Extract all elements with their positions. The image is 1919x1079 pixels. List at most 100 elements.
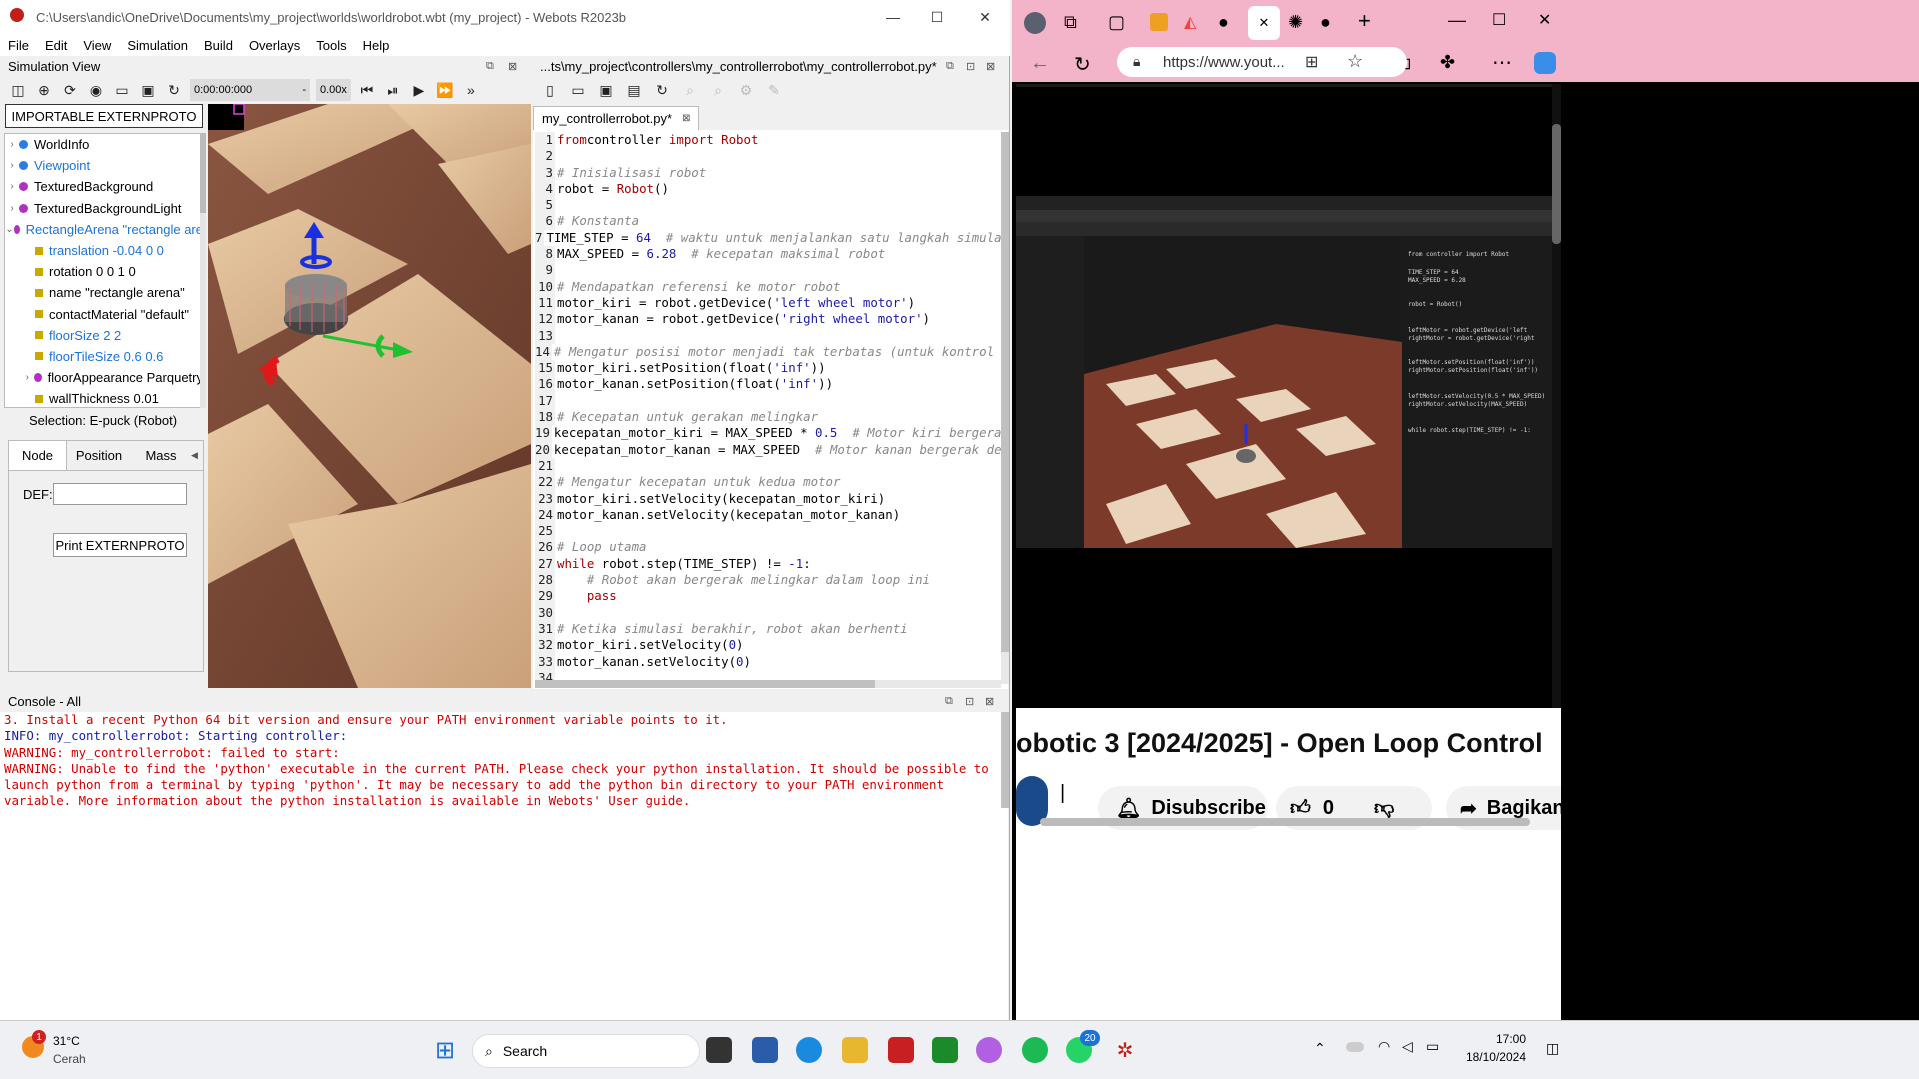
wifi-icon[interactable]: ◠ (1378, 1038, 1390, 1055)
tree-item[interactable]: name "rectangle arena" (5, 282, 203, 303)
code-vscrollbar[interactable] (1001, 132, 1009, 684)
menu-tools[interactable]: Tools (308, 38, 354, 53)
def-input[interactable] (53, 483, 187, 505)
copilot-icon[interactable] (1534, 52, 1556, 74)
clock-date[interactable]: 18/10/2024 (1458, 1050, 1526, 1064)
refresh-icon[interactable]: ↻ (1074, 52, 1091, 77)
save-file-icon[interactable]: ▣ (596, 80, 616, 100)
3d-scene-view[interactable] (208, 104, 531, 688)
tree-item[interactable]: floorTileSize 0.6 0.6 (5, 346, 203, 367)
console-max-icon[interactable]: ⊡ (965, 695, 974, 708)
console-close-icon[interactable]: ⊠ (985, 695, 994, 708)
tree-scrollbar[interactable] (200, 133, 206, 408)
menu-simulation[interactable]: Simulation (119, 38, 196, 53)
url-field[interactable]: 🔒︎ https://www.yout... ⊞ ☆ (1117, 47, 1407, 77)
tab-mass[interactable]: Mass (131, 441, 191, 470)
webots-taskbar-icon[interactable]: ✲ (1112, 1037, 1138, 1063)
tree-item[interactable]: › TexturedBackgroundLight (5, 198, 203, 219)
importable-externproto-button[interactable]: IMPORTABLE EXTERNPROTO (5, 104, 203, 128)
maximize-button[interactable]: ☐ (914, 0, 960, 34)
taskbar-search[interactable]: ⌕ Search (472, 1034, 700, 1068)
dislike-icon[interactable]: 👎︎ (1374, 796, 1394, 820)
tree-item[interactable]: wallThickness 0.01 (5, 388, 203, 407)
file-explorer-icon[interactable] (842, 1037, 868, 1063)
notifications-icon[interactable]: ◫ (1546, 1040, 1559, 1057)
browser-maximize-button[interactable]: ☐ (1492, 10, 1506, 30)
app-available-icon[interactable]: ⊞ (1305, 52, 1318, 72)
tree-item[interactable]: rotation 0 0 1 0 (5, 261, 203, 282)
menu-build[interactable]: Build (196, 38, 241, 53)
tree-item[interactable]: floorSize 2 2 (5, 325, 203, 346)
editor-max-icon[interactable]: ⊡ (966, 60, 975, 73)
close-button[interactable]: ✕ (962, 0, 1008, 34)
code-area[interactable]: 1 from controller import Robot 2 3 # Inisiali… (535, 132, 1001, 680)
step-icon[interactable]: ⏯ (383, 80, 403, 100)
workspaces-icon[interactable]: ⧉ (1064, 12, 1077, 33)
menu-icon[interactable]: ⋯ (1492, 50, 1512, 75)
tab-position[interactable]: Position (67, 441, 131, 470)
windows-start-icon[interactable]: ⊞ (432, 1037, 458, 1064)
chatgpt-tab-icon[interactable]: ✺ (1288, 12, 1303, 33)
tree-item[interactable]: contactMaterial "default" (5, 304, 203, 325)
github-tab-icon[interactable]: ● (1218, 12, 1229, 33)
save-icon[interactable]: ▣ (138, 80, 158, 100)
edge-icon[interactable] (796, 1037, 822, 1063)
page-vscrollbar[interactable] (1552, 84, 1561, 708)
expand-arrow-icon[interactable]: › (5, 160, 19, 171)
browser-close-button[interactable]: ✕ (1538, 10, 1551, 30)
browser-minimize-button[interactable]: — (1448, 10, 1466, 31)
menu-view[interactable]: View (75, 38, 119, 53)
tree-item[interactable]: ⌄ RectangleArena "rectangle are (5, 219, 203, 240)
editor-close-pane-icon[interactable]: ⊠ (986, 60, 995, 73)
back-icon[interactable]: ← (1030, 52, 1050, 75)
console-scrollbar[interactable] (1001, 712, 1009, 808)
open-world-icon[interactable]: ▭ (112, 80, 132, 100)
profile-avatar[interactable] (1024, 12, 1046, 34)
cloud-icon[interactable] (1346, 1042, 1364, 1052)
tree-item[interactable]: › TexturedBackground (5, 176, 203, 197)
tab-node[interactable]: Node (9, 441, 67, 470)
replace-icon[interactable]: ⌕ (708, 80, 728, 100)
clean-icon[interactable]: ✎ (764, 80, 784, 100)
tab-actions-icon[interactable]: ▢ (1108, 12, 1125, 33)
task-view-icon[interactable] (706, 1037, 732, 1063)
new-file-icon[interactable]: ▯ (540, 80, 560, 100)
spotify-icon[interactable] (1022, 1037, 1048, 1063)
menu-overlays[interactable]: Overlays (241, 38, 308, 53)
print-externproto-button[interactable]: Print EXTERNPROTO (53, 533, 187, 557)
reset-icon[interactable]: ↻ (164, 80, 184, 100)
video-player[interactable]: from controller import Robot TIME_STEP =… (1016, 84, 1561, 708)
find-icon[interactable]: ⌕ (680, 80, 700, 100)
code-hscrollbar[interactable] (535, 680, 1001, 688)
tree-item[interactable]: › Viewpoint (5, 155, 203, 176)
editor-float-icon[interactable]: ⧉ (946, 60, 954, 73)
expand-arrow-icon[interactable]: › (5, 203, 19, 214)
favorite-star-icon[interactable]: ☆ (1347, 51, 1363, 72)
console-float-icon[interactable]: ⧉ (945, 695, 953, 708)
close-pane-icon[interactable]: ⊠ (508, 60, 517, 73)
more-icon[interactable]: » (461, 80, 481, 100)
tree-item[interactable]: translation -0.04 0 0 (5, 240, 203, 261)
battery-icon[interactable]: ▭ (1426, 1038, 1439, 1055)
reload-icon[interactable]: ⟳ (60, 80, 80, 100)
copilot-app-icon[interactable] (976, 1037, 1002, 1063)
tab-favicon-2[interactable]: ◭ (1184, 12, 1196, 32)
active-tab-close-icon[interactable]: ✕ (1248, 6, 1280, 40)
expand-arrow-icon[interactable]: › (21, 372, 34, 383)
step-back-icon[interactable]: ⏮ (357, 80, 377, 100)
like-icon[interactable]: 👍︎ (1290, 796, 1311, 820)
tab-favicon-1[interactable] (1150, 13, 1168, 31)
save-all-icon[interactable]: ▤ (624, 80, 644, 100)
tree-item[interactable]: › floorAppearance Parquetry (5, 367, 203, 388)
build-icon[interactable]: ⚙ (736, 80, 756, 100)
xbox-icon[interactable] (932, 1037, 958, 1063)
volume-icon[interactable]: ◁ (1402, 1038, 1413, 1055)
menu-help[interactable]: Help (355, 38, 398, 53)
extensions-icon[interactable]: ✤ (1440, 52, 1455, 73)
tab-close-icon[interactable]: ⊠ (682, 113, 690, 124)
show-hidden-icons-icon[interactable]: ⌃ (1314, 1040, 1326, 1057)
eye-icon[interactable]: ◉ (86, 80, 106, 100)
microsoft-store-icon[interactable] (752, 1037, 778, 1063)
minimize-button[interactable]: — (870, 0, 916, 34)
play-icon[interactable]: ▶ (409, 80, 429, 100)
